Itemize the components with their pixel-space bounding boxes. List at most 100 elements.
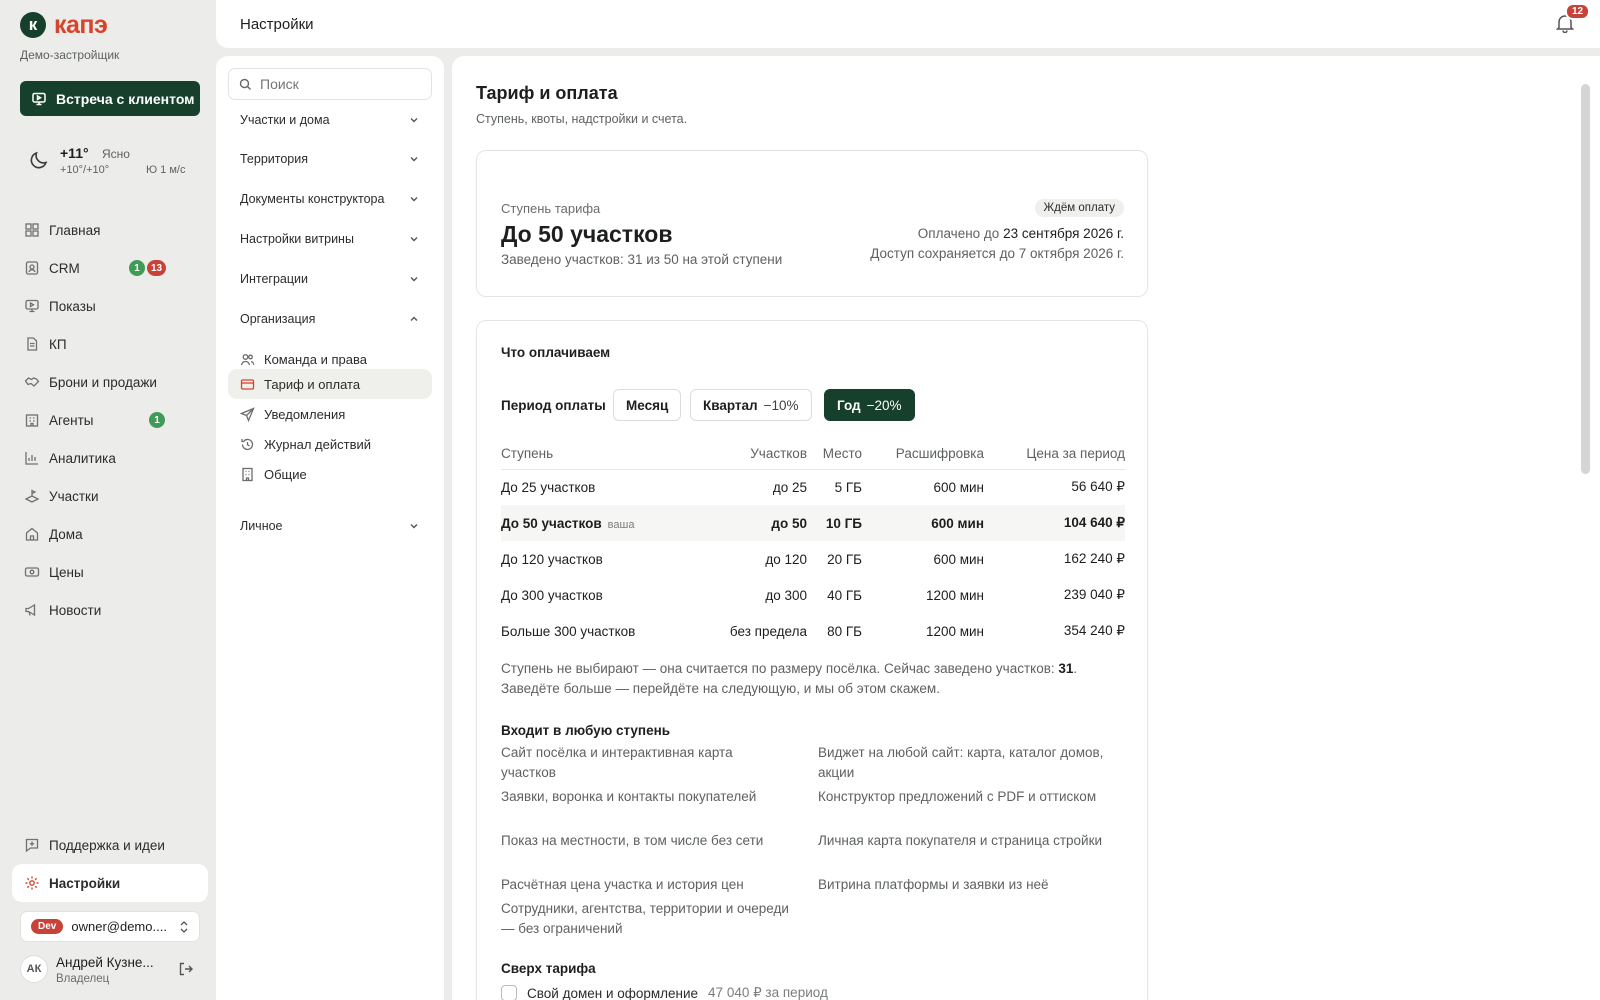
feature-item: Личная карта покупателя и страница строй…	[818, 833, 1103, 848]
feature-item: Сотрудники, агентства, территории и очер…	[501, 901, 789, 936]
cell-tier: До 50 участков ваша	[501, 505, 711, 541]
nav-label: Цены	[49, 564, 84, 580]
settings-item-notifications[interactable]: Уведомления	[228, 399, 432, 429]
cell-plots: без предела	[729, 623, 807, 639]
logo[interactable]: к капэ	[20, 12, 108, 38]
user-profile: АК Андрей Кузне... Владелец	[20, 953, 200, 993]
extras-title: Сверх тарифа	[501, 961, 596, 976]
feature-item: Расчётная цена участка и история цен	[501, 877, 744, 892]
search-box[interactable]	[228, 68, 441, 100]
period-month-button[interactable]: Месяц	[613, 389, 682, 421]
your-tier-tag: ваша	[607, 518, 635, 531]
period-discount: −20%	[866, 397, 902, 413]
cell-transcript: 1200 мин	[925, 587, 984, 603]
nav-item-news[interactable]: Новости	[12, 591, 208, 629]
chart-icon	[24, 450, 40, 466]
chevron-up-icon	[408, 313, 420, 325]
nav-item-agents[interactable]: Агенты 1	[12, 401, 208, 439]
bottom-nav: Поддержка и идеи Настройки	[12, 826, 208, 902]
settings-sidebar: Участки и дома Территория Документы конс…	[216, 56, 444, 1000]
cell-tier: До 300 участков	[501, 587, 603, 603]
megaphone-icon	[24, 602, 40, 618]
weather-range: +10°/+10°	[60, 164, 110, 176]
weather-widget: +11° Ясно +10°/+10° Ю 1 м/с	[20, 143, 200, 183]
settings-item-general[interactable]: Общие	[228, 459, 432, 489]
nav-label: Показы	[49, 298, 96, 314]
nav-item-crm[interactable]: CRM 1 13	[12, 249, 208, 287]
nav-item-support[interactable]: Поддержка и идеи	[12, 826, 208, 864]
table-header: Ступень Участков Место Расшифровка Цена …	[501, 439, 1125, 470]
cell-storage: 5 ГБ	[834, 479, 862, 495]
nav-label: КП	[49, 336, 67, 352]
period-label: Период оплаты	[501, 398, 606, 413]
extra-label: Свой домен и оформление	[527, 985, 699, 1000]
section-integrations[interactable]: Интеграции	[228, 264, 432, 294]
avatar[interactable]: АК	[20, 955, 48, 983]
section-personal[interactable]: Личное	[228, 511, 432, 541]
logo-mark: к	[20, 12, 46, 38]
nav-item-houses[interactable]: Дома	[12, 515, 208, 553]
cell-tier: До 25 участков	[501, 479, 596, 495]
section-organization[interactable]: Организация	[228, 304, 432, 334]
tier-note: Ступень не выбирают — она считается по р…	[501, 659, 1111, 699]
account-email: owner@demo....	[71, 919, 167, 934]
cell-tier: До 120 участков	[501, 551, 603, 567]
section-showcase[interactable]: Настройки витрины	[228, 224, 432, 254]
section-plots-houses[interactable]: Участки и дома	[228, 105, 432, 135]
tier-table: Ступень Участков Место Расшифровка Цена …	[501, 439, 1125, 649]
access-until: Доступ сохраняется до 7 октября 2026 г.	[870, 246, 1124, 261]
search-icon	[239, 78, 252, 91]
agents-badges: 1	[149, 412, 165, 428]
extra-option[interactable]: Свой домен и оформление 47 040 ₽ за пери…	[501, 985, 828, 1000]
section-territory[interactable]: Территория	[228, 144, 432, 174]
moon-icon	[28, 149, 50, 171]
nav-item-settings[interactable]: Настройки	[12, 864, 208, 902]
nav-label: Настройки	[49, 875, 121, 891]
client-meeting-button[interactable]: Встреча с клиентом	[20, 81, 200, 116]
search-input[interactable]	[260, 76, 441, 92]
settings-item-activity-log[interactable]: Журнал действий	[228, 429, 432, 459]
tier-name: До 50 участков	[501, 221, 673, 247]
logout-icon[interactable]	[178, 961, 194, 977]
nav-item-bookings[interactable]: Брони и продажи	[12, 363, 208, 401]
nav-item-showings[interactable]: Показы	[12, 287, 208, 325]
feature-item: Конструктор предложений с PDF и оттиском	[818, 789, 1097, 804]
scrollbar[interactable]	[1581, 84, 1590, 474]
chevron-down-icon	[408, 273, 420, 285]
cell-tier: Больше 300 участков	[501, 623, 636, 639]
period-quarter-button[interactable]: Квартал −10%	[690, 389, 812, 421]
period-label-text: Квартал	[703, 397, 758, 413]
section-title: Тариф и оплата	[476, 83, 618, 103]
nav-label: Дома	[49, 526, 83, 542]
section-subtitle: Ступень, квоты, надстройки и счета.	[476, 112, 688, 126]
cell-storage: 20 ГБ	[827, 551, 862, 567]
cell-storage: 80 ГБ	[827, 623, 862, 639]
client-meeting-label: Встреча с клиентом	[56, 90, 195, 107]
nav-label: Главная	[49, 222, 101, 238]
account-switcher[interactable]: Dev owner@demo....	[20, 911, 200, 942]
section-label: Личное	[240, 519, 283, 533]
settings-item-label: Уведомления	[264, 406, 346, 422]
nav-item-analytics[interactable]: Аналитика	[12, 439, 208, 477]
feature-item: Заявки, воронка и контакты покупателей	[501, 789, 757, 804]
paid-date: 23 сентября 2026 г.	[1003, 226, 1124, 241]
section-builder-docs[interactable]: Документы конструктора	[228, 184, 432, 214]
extra-checkbox[interactable]	[501, 985, 517, 1000]
nav-item-home[interactable]: Главная	[12, 211, 208, 249]
main-nav: Главная CRM 1 13 Показы КП Брони и прода…	[12, 211, 208, 629]
cell-plots: до 300	[765, 587, 807, 603]
paid-until: Оплачено до 23 сентября 2026 г.	[918, 226, 1124, 241]
nav-item-kp[interactable]: КП	[12, 325, 208, 363]
table-row: До 300 участков до 300 40 ГБ 1200 мин 23…	[501, 577, 1125, 613]
cell-transcript: 600 мин	[933, 551, 984, 567]
gear-icon	[24, 875, 40, 891]
nav-item-plots[interactable]: Участки	[12, 477, 208, 515]
nav-item-prices[interactable]: Цены	[12, 553, 208, 591]
plot-count: Заведено участков: 31 из 50 на этой ступ…	[501, 252, 783, 267]
user-name: Андрей Кузне...	[56, 955, 154, 970]
period-year-button[interactable]: Год −20%	[824, 389, 915, 421]
settings-item-billing[interactable]: Тариф и оплата	[228, 369, 432, 399]
user-role: Владелец	[56, 973, 110, 985]
period-label-text: Год	[837, 397, 861, 413]
nav-label: Новости	[49, 602, 102, 618]
